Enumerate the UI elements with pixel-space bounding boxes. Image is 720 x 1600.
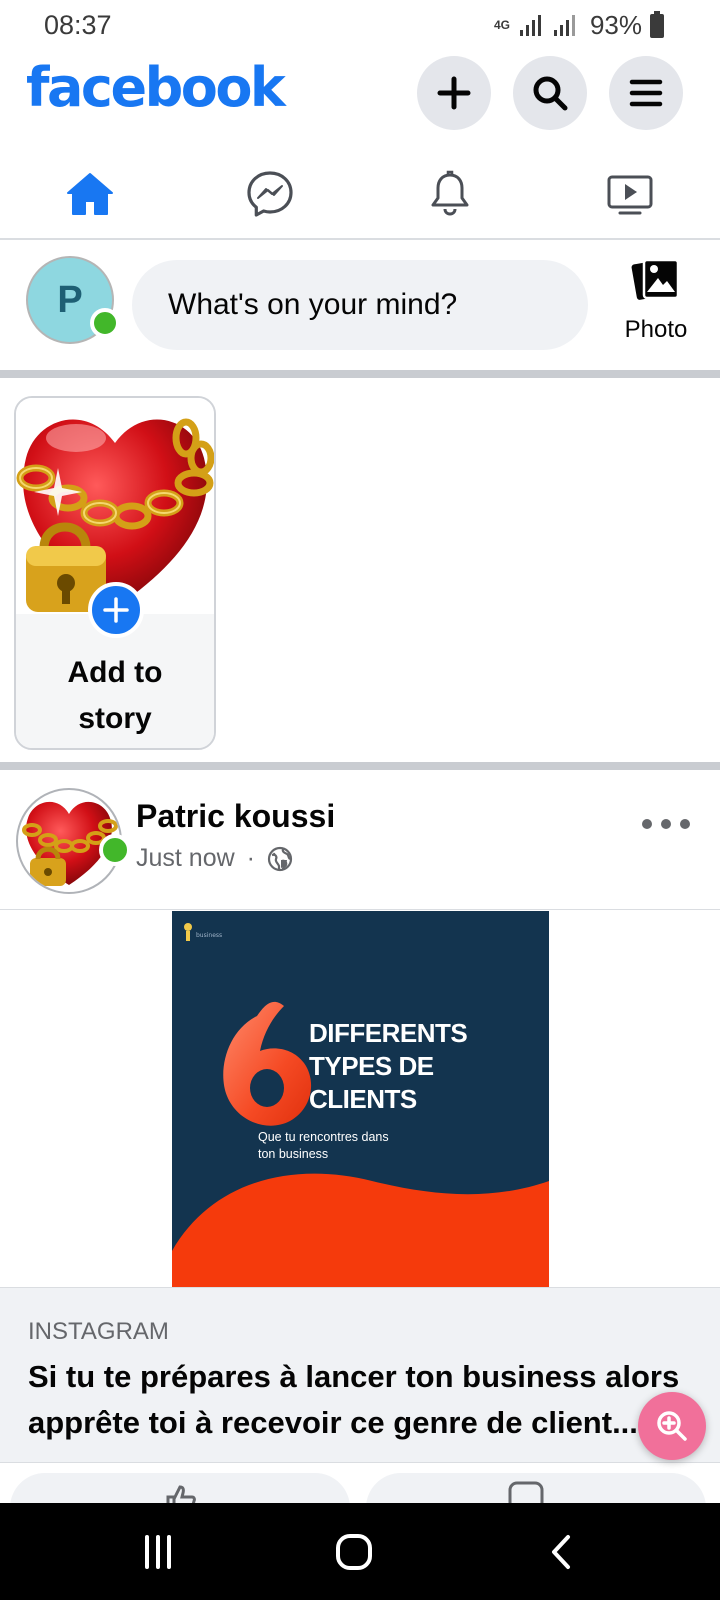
zoom-in-icon [657, 1411, 687, 1441]
battery-icon [650, 10, 664, 38]
comment-button[interactable] [366, 1473, 706, 1503]
comment-icon [508, 1481, 544, 1503]
add-to-story-label: Add to story [67, 656, 163, 735]
dot-icon [680, 819, 690, 829]
recent-apps-icon [145, 1535, 171, 1569]
link-preview[interactable]: INSTAGRAM Si tu te prépares à lancer ton… [0, 1287, 720, 1463]
tab-watch[interactable] [540, 150, 720, 238]
link-source: INSTAGRAM [28, 1318, 169, 1345]
app-header: facebook [0, 50, 720, 136]
section-divider [0, 370, 720, 378]
zoom-fab-button[interactable] [638, 1392, 706, 1460]
status-bar: 08:37 4G 93% [0, 0, 720, 48]
dot-icon [661, 819, 671, 829]
add-to-story-card[interactable]: Add to story [14, 396, 216, 750]
photo-icon [631, 258, 680, 300]
plus-icon [103, 597, 129, 623]
network-type: 4G [493, 18, 510, 32]
photo-label: Photo [624, 316, 688, 343]
home-icon [67, 173, 113, 215]
battery-percent: 93% [589, 10, 642, 40]
post-media-area: business DIFFERENTS TYPES DE CLIENTS Que… [0, 911, 720, 1287]
dot-icon [642, 819, 652, 829]
stories-section: Add to story [0, 380, 720, 762]
globe-icon[interactable] [267, 846, 293, 872]
signal-icon-2 [553, 14, 575, 36]
plus-icon [437, 76, 471, 110]
link-title: Si tu te prépares à lancer ton business … [28, 1359, 680, 1440]
whats-on-your-mind-input[interactable]: What's on your mind? [132, 260, 588, 350]
status-time: 08:37 [44, 10, 112, 40]
facebook-logo[interactable]: facebook [26, 56, 286, 119]
tab-home[interactable] [0, 150, 180, 238]
menu-icon [629, 79, 663, 107]
post-image-headline: DIFFERENTS TYPES DE CLIENTS [309, 1018, 468, 1114]
big-six-numeral [223, 1001, 312, 1126]
post-author-name[interactable]: Patric koussi [136, 798, 335, 835]
menu-button[interactable] [609, 56, 683, 130]
home-system-button[interactable] [324, 1527, 384, 1577]
tab-messenger[interactable] [180, 150, 360, 238]
post-composer: P What's on your mind? Photo [0, 242, 720, 370]
post-more-options-button[interactable] [642, 812, 690, 836]
section-divider [0, 762, 720, 770]
post-image-subtitle: Que tu rencontres dans ton business [258, 1130, 389, 1161]
create-button[interactable] [417, 56, 491, 130]
bell-icon [431, 170, 469, 216]
post-timestamp[interactable]: Just now [136, 844, 235, 873]
photo-button[interactable]: Photo [606, 254, 706, 354]
search-icon [533, 76, 568, 111]
svg-text:business: business [196, 932, 222, 939]
post-image[interactable]: business DIFFERENTS TYPES DE CLIENTS Que… [172, 911, 549, 1287]
post-action-row [0, 1463, 720, 1503]
video-icon [607, 175, 653, 215]
post-meta: Just now · [136, 844, 293, 873]
online-status-dot [99, 834, 131, 866]
meta-separator: · [246, 844, 255, 872]
status-indicators: 4G 93% [492, 10, 664, 41]
add-story-plus-button[interactable] [88, 582, 144, 638]
online-status-dot [90, 308, 120, 338]
post-header: Patric koussi Just now · [0, 770, 720, 910]
signal-icon [519, 14, 541, 36]
back-chevron-icon [552, 1535, 570, 1569]
system-navigation-bar [0, 1503, 720, 1600]
messenger-icon [247, 171, 293, 217]
home-circle-icon [336, 1534, 372, 1570]
back-button[interactable] [532, 1527, 592, 1577]
search-button[interactable] [513, 56, 587, 130]
tab-notifications[interactable] [360, 150, 540, 238]
like-button[interactable] [10, 1473, 350, 1503]
like-icon [166, 1485, 196, 1503]
nav-tabs [0, 150, 720, 240]
recent-apps-button[interactable] [128, 1527, 188, 1577]
